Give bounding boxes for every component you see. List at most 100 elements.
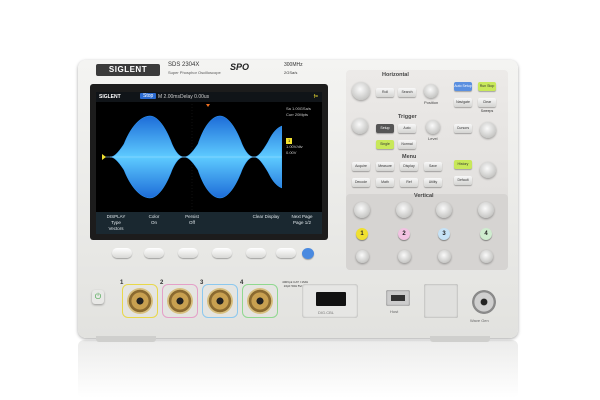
softmenu-color[interactable]: Color On [136,212,172,234]
run-stop-button[interactable]: Run Stop [478,82,496,91]
ch1-select-button[interactable]: 1 [356,228,368,240]
math-button[interactable]: Math [376,178,394,187]
ch2-bnc-connector[interactable] [167,288,193,314]
power-icon: ⏻ [94,292,102,301]
soft-key-6[interactable] [276,248,296,258]
soft-key-2[interactable] [144,248,164,258]
foot-left [96,336,156,342]
clear-sweeps-button[interactable]: Clear Sweeps [478,98,496,113]
screen-logo: SIGLENT [99,94,121,100]
softmenu-clear-display[interactable]: Clear Display [248,212,284,234]
wavegen-bnc-connector[interactable] [472,290,496,314]
trigger-level-label: Level [428,136,438,141]
intensity-knob[interactable] [352,118,368,134]
acquire-button[interactable]: Acquire [352,162,370,171]
ground-terminal[interactable] [424,284,458,318]
softmenu-value: Page 1/2 [292,220,311,225]
utility-button[interactable]: Utility [424,178,442,187]
single-button[interactable]: Single [376,140,394,149]
softmenu-next-page[interactable]: Next Page Page 1/2 [284,212,320,234]
soft-key-5[interactable] [246,248,266,258]
softmenu-empty[interactable] [212,212,248,234]
ch1-level-marker [102,154,106,160]
spec-bandwidth: 300MHz [284,62,303,68]
horizontal-title: Horizontal [382,72,409,78]
decode-button[interactable]: Decode [352,178,370,187]
ch1-bnc-connector[interactable] [127,288,153,314]
horizontal-position-knob[interactable] [424,84,438,98]
trigger-position-marker [206,104,210,107]
ch1-input-label: 1 [120,280,124,286]
measure-button[interactable]: Measure [376,162,394,171]
trigger-title: Trigger [398,114,417,120]
softmenu-persist[interactable]: Persist Off [174,212,210,234]
ch3-input-label: 3 [200,280,204,286]
trigger-level-knob[interactable] [426,120,440,134]
ch3-select-button[interactable]: 3 [438,228,450,240]
softmenu-label: Clear Display [252,214,280,219]
acquisition-info: Sa 1.00GSa/s Curr 20Mpts 1 1.00V/div 0.0… [286,106,320,206]
soft-key-3[interactable] [178,248,198,258]
softmenu-value: Vectors [108,226,124,231]
ch4-volts-knob[interactable] [478,202,494,218]
timebase-readout: M 2.00ms [158,94,180,100]
ch1-offset: 0.00V [286,150,297,155]
horizontal-scale-knob[interactable] [352,82,370,100]
display-button[interactable]: Display [400,162,418,171]
menu-title: Menu [402,154,417,160]
ch3-bnc-connector[interactable] [207,288,233,314]
delay-readout: Delay 0.00us [180,94,210,100]
auto-trigger-button[interactable]: Auto [398,124,416,133]
soft-key-4[interactable] [212,248,232,258]
ch2-volts-knob[interactable] [396,202,412,218]
normal-button[interactable]: Normal [398,140,416,149]
default-button[interactable]: Default [454,176,472,185]
auto-setup-button[interactable]: Auto Setup [454,82,472,91]
status-bar: SIGLENT Stop M 2.00ms Delay 0.00us f= [96,92,322,102]
vertical-title: Vertical [414,193,434,199]
digital-probe-label: DIG.CBL [318,310,335,315]
wavegen-label: Wave Gen [470,318,489,323]
model-name: SDS 2304X [168,62,200,68]
scope-reflection [78,340,518,398]
ch4-input-label: 4 [240,280,244,286]
ch2-position-knob[interactable] [398,250,411,263]
search-button[interactable]: Search [398,88,416,97]
navigate-button[interactable]: Navigate [454,98,472,107]
power-button[interactable]: ⏻ [92,290,104,304]
display-screen: SIGLENT Stop M 2.00ms Delay 0.00us f= Sa… [96,92,322,234]
ch3-volts-knob[interactable] [436,202,452,218]
menu-off-button[interactable] [302,248,314,259]
ch1-volts-knob[interactable] [354,202,370,218]
softmenu-value: Off [189,220,195,225]
history-button[interactable]: History [454,160,472,169]
ch4-bnc-connector[interactable] [247,288,273,314]
ref-button[interactable]: Ref [400,178,418,187]
series-name: Super Phosphor Oscilloscope [168,70,221,75]
cursors-button[interactable]: Cursors [454,124,472,133]
memory-depth: Curr 20Mpts [286,112,309,117]
ch4-select-button[interactable]: 4 [480,228,492,240]
universal-knob[interactable] [480,122,496,138]
digital-probe-port[interactable] [316,292,346,306]
save-button[interactable]: Save [424,162,442,171]
waveform-area [102,104,282,210]
foot-right [430,336,490,342]
trigger-status: f= [313,94,318,100]
soft-key-1[interactable] [112,248,132,258]
spec-sample-rate: 2GSa/s [284,70,298,75]
ch2-select-button[interactable]: 2 [398,228,410,240]
setup-button[interactable]: Setup [376,124,394,133]
roll-button[interactable]: Roll [376,88,394,97]
run-mode-badge: Stop [140,93,157,99]
usb-port-icon[interactable] [391,295,405,301]
soft-menu: DISPLAY Type Vectors Color On Persist Of… [96,212,322,234]
brand-logo: SIGLENT [96,64,160,76]
softmenu-value: On [150,220,157,225]
softmenu-type[interactable]: DISPLAY Type Vectors [98,212,134,234]
ch1-position-knob[interactable] [356,250,369,263]
position-knob[interactable] [480,162,496,178]
ch4-position-knob[interactable] [480,250,493,263]
ch3-position-knob[interactable] [438,250,451,263]
usb-host-label: Host [390,309,399,314]
